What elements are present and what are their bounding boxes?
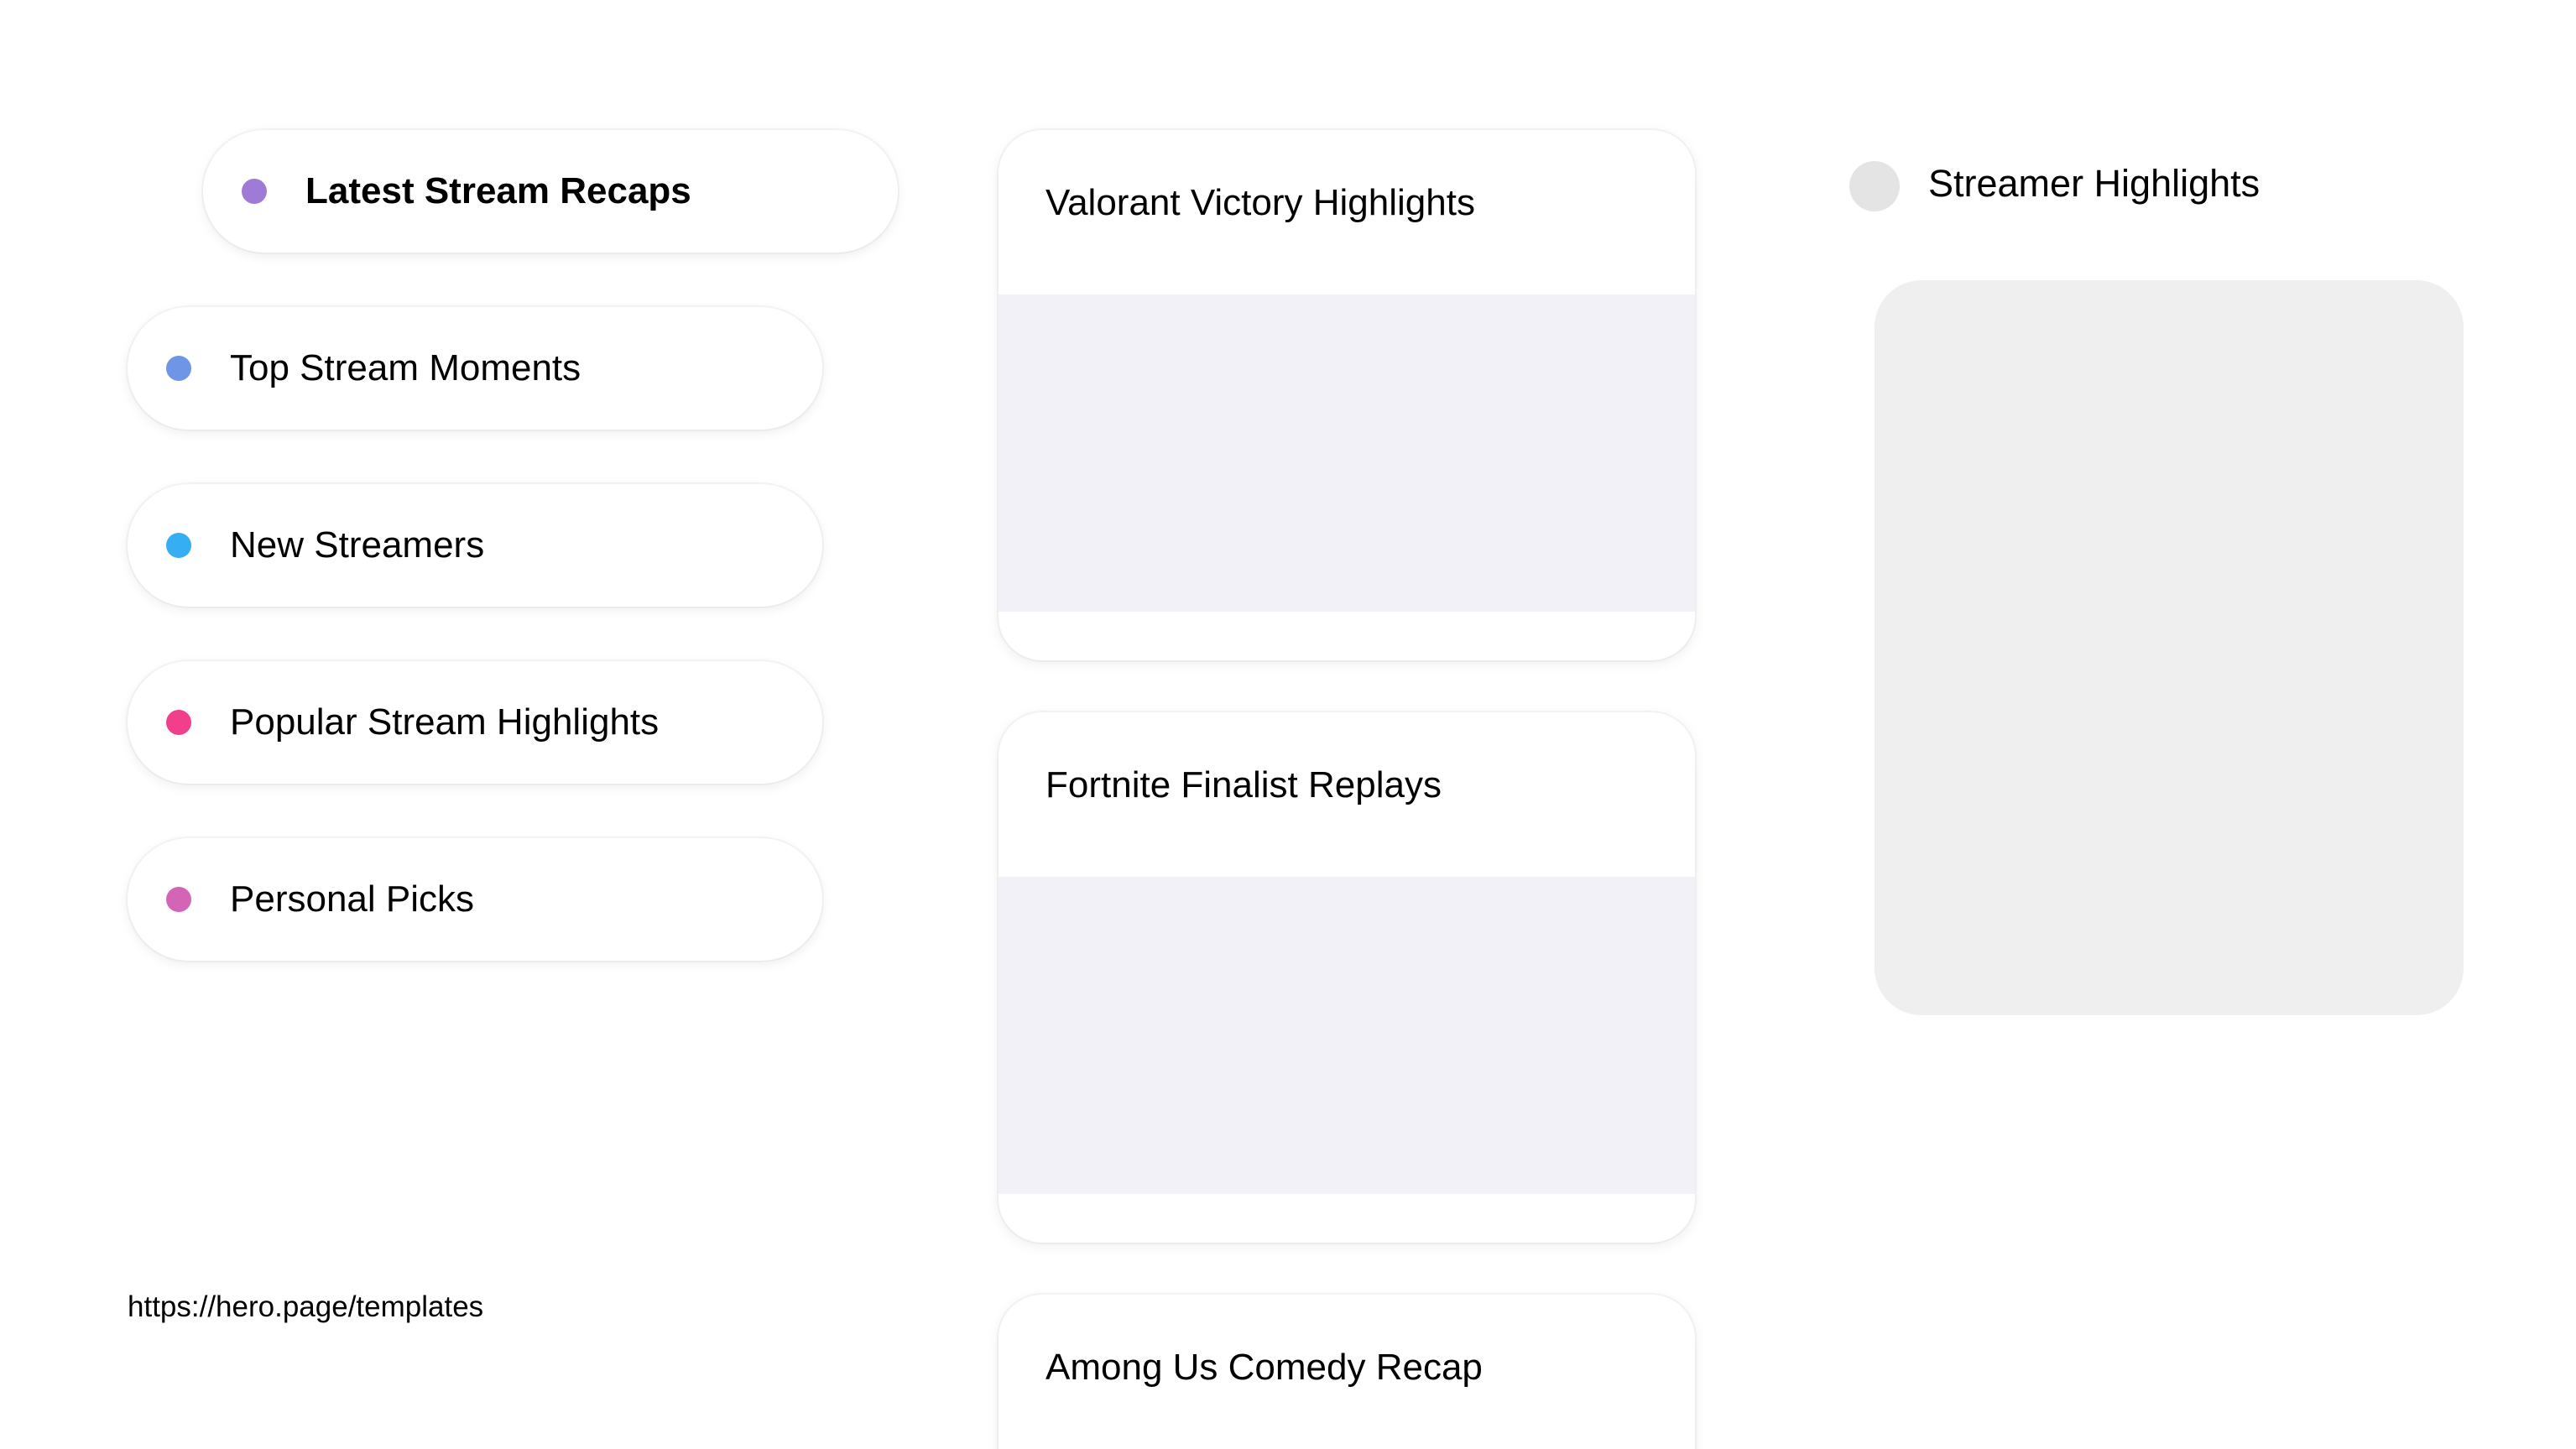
side-title: Streamer Highlights bbox=[1928, 162, 2261, 205]
card-media-placeholder bbox=[999, 877, 1695, 1194]
nav-dot-icon bbox=[166, 887, 191, 912]
nav-dot-icon bbox=[166, 533, 191, 558]
nav-item-label: Top Stream Moments bbox=[230, 347, 581, 388]
highlight-card[interactable]: Valorant Victory Highlights bbox=[999, 130, 1695, 660]
card-media-placeholder bbox=[999, 294, 1695, 612]
page: Latest Stream Recaps Top Stream Moments … bbox=[0, 0, 2576, 1449]
nav-item-label: Popular Stream Highlights bbox=[230, 701, 660, 743]
nav-item-label: Personal Picks bbox=[230, 878, 475, 920]
nav-item-label: Latest Stream Recaps bbox=[305, 170, 691, 211]
card-title: Fortnite Finalist Replays bbox=[1046, 764, 1442, 805]
nav-item-new-streamers[interactable]: New Streamers bbox=[128, 484, 822, 607]
nav-item-label: New Streamers bbox=[230, 524, 485, 566]
highlight-card[interactable]: Among Us Comedy Recap bbox=[999, 1295, 1695, 1449]
highlight-card[interactable]: Fortnite Finalist Replays bbox=[999, 712, 1695, 1243]
nav-dot-icon bbox=[242, 179, 267, 204]
nav-item-popular-stream-highlights[interactable]: Popular Stream Highlights bbox=[128, 661, 822, 784]
nav-dot-icon bbox=[166, 710, 191, 735]
side-panel-placeholder bbox=[1875, 280, 2464, 1015]
footer-url-link[interactable]: https://hero.page/templates bbox=[128, 1290, 483, 1324]
nav-item-top-stream-moments[interactable]: Top Stream Moments bbox=[128, 307, 822, 430]
card-title: Valorant Victory Highlights bbox=[1046, 182, 1475, 223]
nav-dot-icon bbox=[166, 356, 191, 381]
streamer-avatar bbox=[1849, 161, 1900, 211]
nav-item-personal-picks[interactable]: Personal Picks bbox=[128, 838, 822, 961]
nav-item-latest-stream-recaps[interactable]: Latest Stream Recaps bbox=[203, 130, 898, 253]
card-title: Among Us Comedy Recap bbox=[1046, 1347, 1483, 1388]
